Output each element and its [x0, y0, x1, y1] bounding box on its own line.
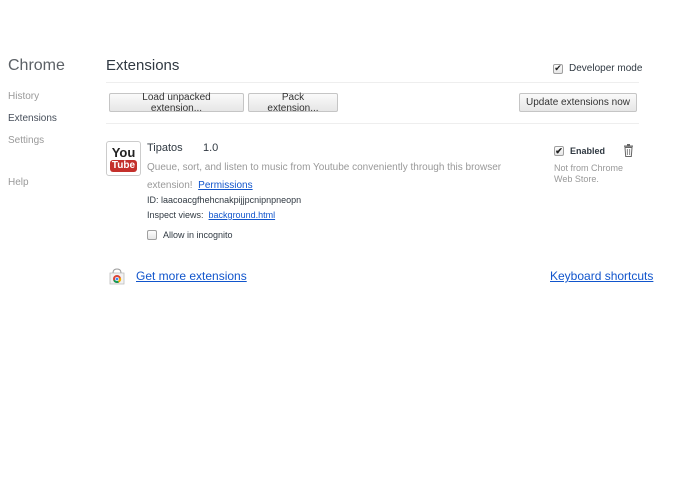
- permissions-link[interactable]: Permissions: [198, 180, 252, 191]
- extension-id-row: ID: laacoacgfhehcnakpijjpcnipnpneopn: [147, 195, 301, 205]
- inspect-views-row: Inspect views: background.html: [147, 210, 275, 220]
- developer-mode-toggle[interactable]: ✔ Developer mode: [553, 63, 642, 74]
- enabled-toggle[interactable]: ✔ Enabled: [554, 146, 605, 156]
- sidebar-item-extensions[interactable]: Extensions: [8, 113, 57, 124]
- page-title: Extensions: [106, 57, 180, 74]
- header-divider: [106, 82, 639, 83]
- keyboard-shortcuts-link[interactable]: Keyboard shortcuts: [550, 269, 653, 283]
- load-unpacked-button[interactable]: Load unpacked extension...: [109, 92, 244, 114]
- enabled-label: Enabled: [570, 146, 606, 156]
- developer-mode-checkbox[interactable]: ✔: [553, 63, 563, 74]
- not-from-store-note: Not from Chrome Web Store.: [554, 163, 624, 184]
- sidebar-item-help[interactable]: Help: [8, 177, 29, 188]
- extension-id-value: laacoacgfhehcnakpijjpcnipnpneopn: [161, 195, 302, 205]
- extension-version: 1.0: [203, 142, 219, 154]
- youtube-icon: You Tube: [106, 141, 141, 176]
- youtube-icon-tube: Tube: [109, 159, 138, 172]
- extension-id-label: ID:: [147, 195, 159, 205]
- sidebar-item-history[interactable]: History: [8, 91, 39, 102]
- pack-extension-button[interactable]: Pack extension...: [248, 92, 338, 114]
- incognito-checkbox[interactable]: ✔: [147, 230, 157, 240]
- update-extensions-button[interactable]: Update extensions now: [519, 93, 637, 112]
- developer-mode-label: Developer mode: [569, 63, 643, 74]
- background-page-link[interactable]: background.html: [209, 210, 276, 220]
- extension-name: Tipatos: [147, 142, 183, 154]
- incognito-toggle[interactable]: ✔ Allow in incognito: [147, 230, 233, 240]
- chrome-web-store-icon: [109, 268, 125, 285]
- sidebar-title: Chrome: [8, 57, 65, 74]
- youtube-icon-you: You: [111, 144, 136, 160]
- extension-description-block: Queue, sort, and listen to music from Yo…: [147, 159, 542, 195]
- inspect-views-label: Inspect views:: [147, 210, 204, 220]
- enabled-checkbox[interactable]: ✔: [554, 146, 564, 156]
- trash-icon[interactable]: [623, 144, 634, 157]
- sidebar-item-settings[interactable]: Settings: [8, 135, 44, 146]
- get-more-extensions-link[interactable]: Get more extensions: [136, 269, 247, 283]
- toolbar-divider: [106, 123, 639, 124]
- incognito-label: Allow in incognito: [163, 230, 233, 240]
